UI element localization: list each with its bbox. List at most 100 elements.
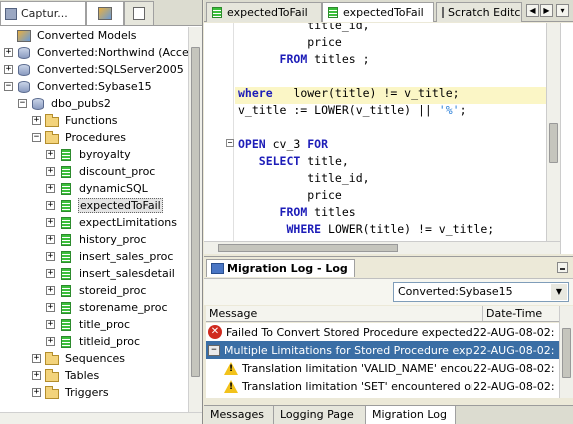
proc-icon (58, 165, 74, 179)
expand-icon[interactable]: + (46, 167, 55, 176)
tree-node[interactable]: + dynamicSQL (0, 180, 188, 197)
tree-node[interactable]: − Converted:Sybase15 (0, 78, 188, 95)
column-header-message[interactable]: Message (206, 306, 483, 321)
tree-node-label: Functions (65, 114, 118, 127)
log-row[interactable]: − Multiple Limitations for Stored Procedu… (206, 341, 559, 359)
log-message-cell: ! Translation limitation 'VALID_NAME' enc… (206, 361, 472, 375)
tab-scroll-left-button[interactable]: ◀ (526, 4, 539, 17)
tree-node[interactable]: + titleid_proc (0, 333, 188, 350)
tree-scroll-thumb[interactable] (191, 47, 200, 377)
expand-icon[interactable]: + (32, 354, 41, 363)
expand-icon[interactable]: + (46, 337, 55, 346)
log-row[interactable]: Default Values Transformed: The followin… (206, 395, 559, 399)
tree-node[interactable]: + byroyalty (0, 146, 188, 163)
error-icon: ✕ (208, 325, 222, 339)
log-message-text: Translation limitation 'SET' encountered… (242, 379, 472, 393)
code-text: lower(title) != v_title; (272, 86, 460, 100)
tree-node[interactable]: + expectLimitations (0, 214, 188, 231)
tree-node[interactable]: + Converted:Northwind (Acces (0, 44, 188, 61)
editor-tab-scratch-editor[interactable]: Scratch Editc (436, 2, 522, 22)
captured-models-icon (5, 7, 17, 20)
expand-icon[interactable]: + (46, 218, 55, 227)
expand-icon[interactable]: + (46, 150, 55, 159)
minimize-icon[interactable] (557, 262, 568, 273)
expand-icon[interactable]: + (4, 65, 13, 74)
tree-node[interactable]: + storeid_proc (0, 282, 188, 299)
sql-keyword: where (238, 86, 273, 100)
log-row[interactable]: ! Translation limitation 'VALID_NAME' enc… (206, 359, 559, 377)
tab-captured-models[interactable]: Captur... (0, 1, 86, 25)
tree-node-label: title_proc (79, 318, 131, 331)
tree-node[interactable]: + title_proc (0, 316, 188, 333)
editor-hscroll-thumb[interactable] (218, 244, 398, 252)
tree-node-label: Triggers (65, 386, 109, 399)
tree-node[interactable]: + expectedToFail (0, 197, 188, 214)
editor-tab-expectedtofail-1[interactable]: expectedToFail (206, 2, 322, 22)
log-row[interactable]: ✕ Failed To Convert Stored Procedure expe… (206, 323, 559, 341)
expand-icon[interactable]: + (46, 184, 55, 193)
code-line: title_id, (238, 23, 369, 34)
tree-node-label: Tables (65, 369, 100, 382)
tree-node[interactable]: + history_proc (0, 231, 188, 248)
tree-node[interactable]: + Functions (0, 112, 188, 129)
expand-icon[interactable]: + (46, 286, 55, 295)
tree-node[interactable]: + storename_proc (0, 299, 188, 316)
expand-icon[interactable]: + (32, 116, 41, 125)
collapse-icon[interactable]: − (18, 99, 27, 108)
editor-horizontal-scrollbar[interactable] (204, 241, 560, 254)
tree-node[interactable]: Converted Models (0, 27, 188, 44)
fold-toggle-icon[interactable]: − (226, 139, 234, 147)
expand-icon[interactable]: + (46, 320, 55, 329)
scratch-editor-icon (442, 7, 444, 18)
log-filter-bar: Converted:Sybase15 ▼ (204, 278, 573, 305)
tab-overflow[interactable] (154, 1, 202, 25)
tree-vertical-scrollbar[interactable] (188, 27, 202, 412)
tree-node[interactable]: + insert_sales_proc (0, 248, 188, 265)
expand-icon[interactable]: + (46, 252, 55, 261)
log-row[interactable]: ! Translation limitation 'SET' encountere… (206, 377, 559, 395)
log-datetime-cell: 22-AUG-08-02: (473, 361, 555, 375)
editor-vertical-scrollbar[interactable] (546, 23, 560, 241)
log-scroll-thumb[interactable] (562, 328, 571, 378)
tab-scroll-right-button[interactable]: ▶ (540, 4, 553, 17)
collapse-icon[interactable]: − (208, 344, 220, 356)
expand-icon[interactable]: + (32, 371, 41, 380)
tree-node[interactable]: + discount_proc (0, 163, 188, 180)
expand-icon[interactable]: + (4, 48, 13, 57)
tab-reports[interactable] (124, 1, 154, 25)
editor-scroll-thumb[interactable] (549, 123, 558, 163)
sql-keyword: FROM (279, 205, 308, 219)
expand-icon[interactable]: + (46, 269, 55, 278)
log-vertical-scrollbar[interactable] (559, 306, 573, 398)
expand-icon[interactable]: + (32, 388, 41, 397)
tree-node[interactable]: + Sequences (0, 350, 188, 367)
tab-logging-page[interactable]: Logging Page (274, 406, 366, 424)
tree-node[interactable]: + insert_salesdetail (0, 265, 188, 282)
tree-horizontal-scrollbar[interactable] (0, 412, 202, 424)
model-filter-select[interactable]: Converted:Sybase15 ▼ (393, 282, 569, 302)
tab-list-button[interactable]: ▾ (556, 4, 569, 17)
editor-tab-expectedtofail-2[interactable]: expectedToFail (322, 2, 434, 22)
expand-icon[interactable]: + (46, 201, 55, 210)
expand-icon[interactable]: + (46, 303, 55, 312)
migration-log-title-tab[interactable]: Migration Log - Log (206, 259, 355, 277)
tree-node[interactable]: + Triggers (0, 384, 188, 401)
sql-code-editor[interactable]: − title_id, price FROM titles ; where low… (204, 23, 546, 241)
tree-node[interactable]: + Converted:SQLServer2005 (0, 61, 188, 78)
procedure-icon (212, 7, 222, 18)
tree-node[interactable]: − dbo_pubs2 (0, 95, 188, 112)
column-header-datetime[interactable]: Date-Time (483, 306, 559, 321)
chevron-down-icon[interactable]: ▼ (551, 284, 567, 300)
tab-migration-log[interactable]: Migration Log (366, 406, 456, 424)
tree-node[interactable]: − Procedures (0, 129, 188, 146)
proc-icon (58, 318, 74, 332)
tab-messages[interactable]: Messages (204, 406, 274, 424)
tab-converted-models[interactable] (86, 1, 124, 25)
collapse-icon[interactable]: − (4, 82, 13, 91)
expand-icon[interactable]: + (46, 235, 55, 244)
tree-node[interactable]: + Tables (0, 367, 188, 384)
migration-log-panel: Migration Log - Log Converted:Sybase15 ▼… (204, 256, 573, 424)
tree-node-label: dbo_pubs2 (51, 97, 111, 110)
collapse-icon[interactable]: − (32, 133, 41, 142)
